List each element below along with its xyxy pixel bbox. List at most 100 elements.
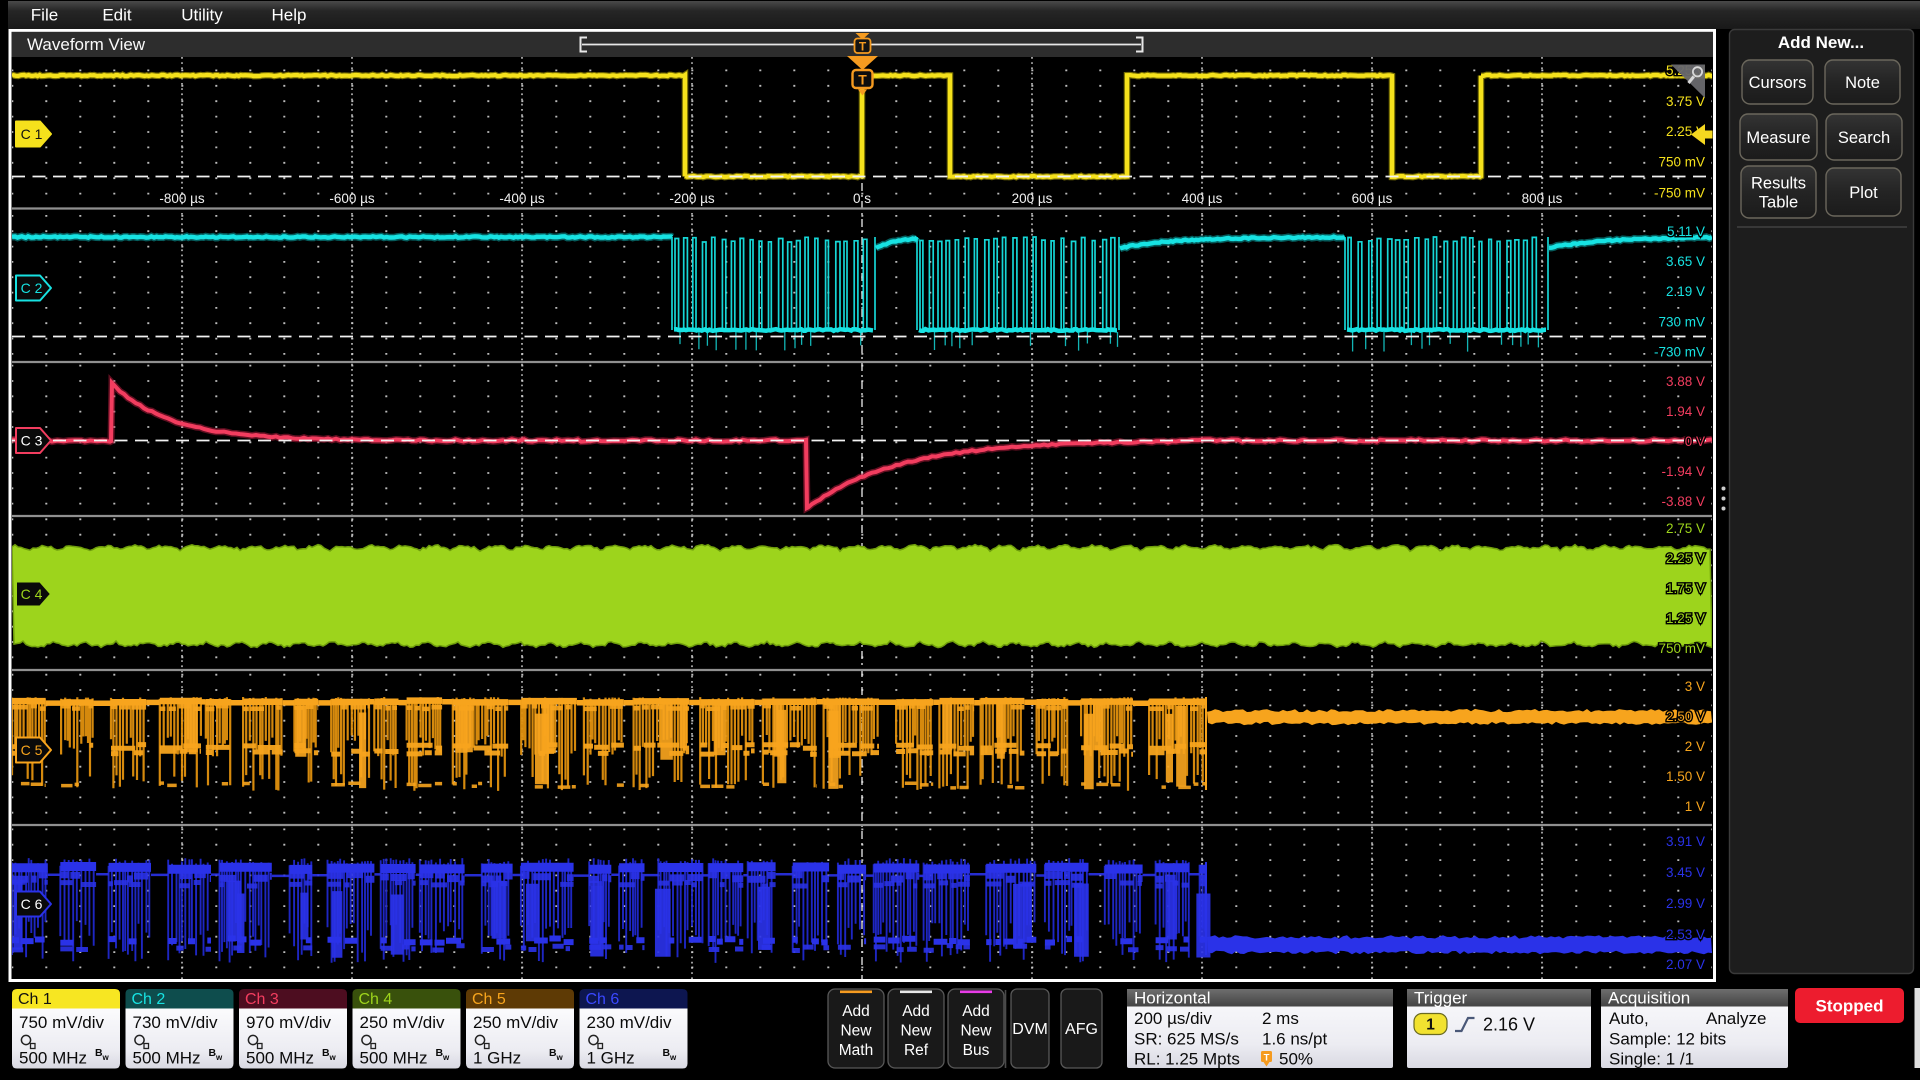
svg-text:730 mV/div: 730 mV/div [133,1013,219,1032]
svg-text:3 V: 3 V [1685,679,1705,694]
svg-text:600 µs: 600 µs [1352,191,1393,206]
svg-text:2.25 V: 2.25 V [1666,551,1705,566]
svg-text:Analyze: Analyze [1706,1009,1766,1028]
svg-text:w: w [669,1053,677,1062]
svg-text:T: T [858,72,867,88]
svg-text:-200 µs: -200 µs [669,191,715,206]
svg-text:750 mV/div: 750 mV/div [19,1013,105,1032]
svg-text:-750 mV: -750 mV [1654,185,1705,200]
svg-text:RL: 1.25 Mpts: RL: 1.25 Mpts [1134,1050,1240,1069]
svg-text:Sample: 12 bits: Sample: 12 bits [1609,1030,1726,1049]
svg-text:Horizontal: Horizontal [1134,989,1211,1008]
svg-text:DVM: DVM [1012,1021,1048,1038]
svg-text:Cursors: Cursors [1749,74,1807,92]
svg-text:500 MHz: 500 MHz [133,1049,201,1068]
svg-text:1 GHz: 1 GHz [473,1049,521,1068]
svg-text:Help: Help [272,6,307,25]
svg-text:New: New [960,1023,992,1040]
svg-text:2.75 V: 2.75 V [1666,521,1705,536]
svg-text:w: w [215,1053,223,1062]
svg-text:-800 µs: -800 µs [159,191,205,206]
svg-text:Ch 6: Ch 6 [586,991,620,1008]
svg-text:T: T [1264,1053,1270,1064]
svg-text:Utility: Utility [181,6,223,25]
svg-text:730 mV: 730 mV [1658,314,1705,329]
svg-text:3.45 V: 3.45 V [1666,865,1705,880]
svg-text:750 mV: 750 mV [1658,641,1705,656]
svg-text:1.6 ns/pt: 1.6 ns/pt [1262,1030,1327,1049]
svg-text:0 V: 0 V [1685,434,1705,449]
svg-text:200 µs/div: 200 µs/div [1134,1009,1212,1028]
svg-text:File: File [31,6,58,25]
svg-text:3.65 V: 3.65 V [1666,254,1705,269]
svg-text:800 µs: 800 µs [1522,191,1563,206]
svg-text:Ch 3: Ch 3 [245,991,279,1008]
svg-text:-3.88 V: -3.88 V [1661,494,1705,509]
svg-text:Ch 2: Ch 2 [132,991,166,1008]
svg-text:230 mV/div: 230 mV/div [587,1013,673,1032]
svg-text:200 µs: 200 µs [1012,191,1053,206]
svg-text:Plot: Plot [1849,184,1878,202]
svg-text:400 µs: 400 µs [1182,191,1223,206]
svg-text:Waveform View: Waveform View [27,35,146,54]
svg-text:2.99 V: 2.99 V [1666,896,1705,911]
svg-text:Stopped: Stopped [1816,997,1884,1016]
svg-text:Note: Note [1845,74,1880,92]
svg-text:Table: Table [1759,194,1798,212]
svg-text:2.07 V: 2.07 V [1666,957,1705,972]
svg-text:Ch 4: Ch 4 [359,991,393,1008]
svg-text:1.25 V: 1.25 V [1666,611,1705,626]
svg-text:Bus: Bus [963,1042,990,1059]
svg-text:3.75 V: 3.75 V [1666,94,1705,109]
svg-text:T: T [859,40,867,54]
svg-text:Add New...: Add New... [1778,33,1864,52]
svg-text:w: w [102,1053,110,1062]
svg-text:500 MHz: 500 MHz [360,1049,428,1068]
svg-text:Math: Math [839,1042,873,1059]
svg-text:Results: Results [1751,175,1806,193]
svg-text:Single: 1 /1: Single: 1 /1 [1609,1050,1694,1069]
svg-text:Search: Search [1838,129,1890,147]
svg-text:1 V: 1 V [1685,799,1705,814]
svg-text:C 3: C 3 [21,433,43,449]
svg-text:2.19 V: 2.19 V [1666,284,1705,299]
svg-text:w: w [556,1053,564,1062]
svg-text:Edit: Edit [102,6,132,25]
svg-text:3.91 V: 3.91 V [1666,834,1705,849]
svg-text:Add: Add [842,1003,870,1020]
svg-text:-600 µs: -600 µs [329,191,375,206]
svg-text:1: 1 [1426,1017,1435,1034]
svg-text:C 4: C 4 [21,586,43,602]
svg-text:5.11 V: 5.11 V [1667,224,1705,239]
svg-text:C 6: C 6 [21,896,43,912]
svg-text:SR: 625 MS/s: SR: 625 MS/s [1134,1030,1239,1049]
svg-text:Add: Add [962,1003,990,1020]
svg-text:1 GHz: 1 GHz [587,1049,635,1068]
svg-text:C 1: C 1 [21,126,43,142]
svg-text:AFG: AFG [1065,1021,1098,1038]
svg-text:2.53 V: 2.53 V [1666,927,1705,942]
svg-text:970 mV/div: 970 mV/div [246,1013,332,1032]
svg-text:w: w [329,1053,337,1062]
svg-text:50%: 50% [1279,1050,1313,1069]
svg-text:1.94 V: 1.94 V [1666,404,1705,419]
svg-text:2 V: 2 V [1685,739,1705,754]
svg-text:-730 mV: -730 mV [1654,344,1705,359]
svg-text:250 mV/div: 250 mV/div [473,1013,559,1032]
svg-text:w: w [442,1053,450,1062]
svg-text:Add: Add [902,1003,930,1020]
svg-text:C 5: C 5 [21,742,43,758]
svg-text:2.16 V: 2.16 V [1483,1015,1535,1035]
svg-text:New: New [900,1023,932,1040]
svg-text:Ref: Ref [904,1042,929,1059]
svg-text:Acquisition: Acquisition [1608,989,1690,1008]
svg-text:2.50 V: 2.50 V [1666,709,1705,724]
svg-text:Measure: Measure [1746,129,1810,147]
svg-text:0 s: 0 s [853,191,871,206]
svg-text:-400 µs: -400 µs [499,191,545,206]
svg-text:Ch 5: Ch 5 [472,991,506,1008]
svg-text:2 ms: 2 ms [1262,1009,1299,1028]
svg-text:250 mV/div: 250 mV/div [360,1013,446,1032]
svg-text:Ch 1: Ch 1 [18,991,52,1008]
svg-text:1.50 V: 1.50 V [1666,769,1705,784]
